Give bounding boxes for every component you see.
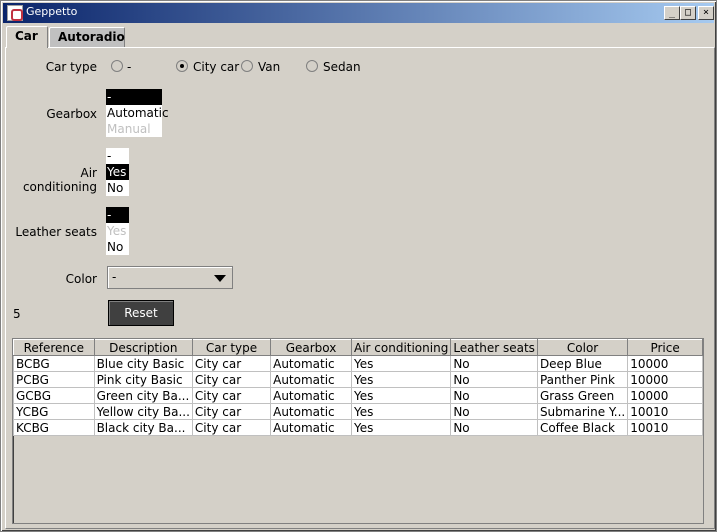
- table-cell: 10010: [627, 403, 703, 420]
- list-item[interactable]: -: [106, 148, 129, 164]
- color-select-value: -: [112, 270, 117, 284]
- table-cell: Green city Ba...: [93, 387, 193, 404]
- tab-autoradio[interactable]: Autoradio: [49, 27, 125, 47]
- table-cell: Automatic: [270, 355, 352, 372]
- table-row[interactable]: BCBG Blue city Basic City car Automatic Yes N…: [13, 355, 703, 372]
- table-cell: 10010: [627, 419, 703, 436]
- table-cell: Black city Ba...: [93, 419, 193, 436]
- color-label: Color: [65, 272, 97, 286]
- app-window: Geppetto _ □ × Car Autoradio Car type - …: [0, 0, 717, 532]
- table-cell: City car: [191, 419, 272, 436]
- tab-car[interactable]: Car: [6, 26, 48, 48]
- chevron-down-icon[interactable]: [214, 275, 226, 282]
- air-conditioning-list[interactable]: - Yes No: [106, 148, 129, 196]
- table-cell: Automatic: [270, 387, 352, 404]
- window-title: Geppetto: [26, 5, 78, 18]
- table-cell: 10000: [627, 355, 703, 372]
- table-cell: No: [450, 371, 538, 388]
- table-cell: No: [450, 403, 538, 420]
- list-item[interactable]: -: [106, 89, 162, 105]
- table-cell: YCBG: [13, 403, 95, 420]
- radio-car-type-none[interactable]: [111, 60, 123, 72]
- table-cell: Yellow city Ba...: [93, 403, 193, 420]
- column-header[interactable]: Leather seats: [450, 339, 538, 356]
- table-cell: City car: [191, 371, 272, 388]
- close-button[interactable]: ×: [698, 6, 714, 20]
- table-cell: City car: [191, 387, 272, 404]
- minimize-button[interactable]: _: [664, 6, 680, 20]
- list-item[interactable]: -: [106, 207, 129, 223]
- table-cell: Automatic: [270, 403, 352, 420]
- table-cell: Automatic: [270, 419, 352, 436]
- table-header-row: Reference Description Car type Gearbox Air c…: [13, 339, 703, 356]
- column-header[interactable]: Description: [93, 339, 193, 356]
- table-row[interactable]: YCBG Yellow city Ba... City car Automatic Ye…: [13, 403, 703, 420]
- column-header[interactable]: Car type: [191, 339, 272, 356]
- list-item[interactable]: Manual: [106, 121, 162, 137]
- leather-seats-list[interactable]: - Yes No: [106, 207, 129, 255]
- table-cell: Panther Pink: [536, 371, 629, 388]
- column-header[interactable]: Price: [627, 339, 703, 356]
- table-row[interactable]: GCBG Green city Ba... City car Automatic Yes…: [13, 387, 703, 404]
- title-bar[interactable]: Geppetto _ □ ×: [3, 3, 714, 23]
- gearbox-label: Gearbox: [46, 107, 97, 121]
- table-cell: No: [450, 387, 538, 404]
- table-cell: Pink city Basic: [93, 371, 193, 388]
- table-cell: No: [450, 419, 538, 436]
- leather-seats-label: Leather seats: [15, 225, 97, 239]
- radio-car-type-city-car[interactable]: [176, 60, 188, 72]
- color-select[interactable]: -: [107, 266, 233, 289]
- table-cell: City car: [191, 355, 272, 372]
- gearbox-list[interactable]: - Automatic Manual: [106, 89, 169, 137]
- radio-car-type-van[interactable]: [241, 60, 253, 72]
- column-header[interactable]: Air conditioning: [350, 339, 452, 356]
- table-cell: Yes: [350, 419, 452, 436]
- column-header[interactable]: Color: [536, 339, 629, 356]
- reset-button[interactable]: Reset: [108, 300, 174, 326]
- table-row[interactable]: KCBG Black city Ba... City car Automatic Yes…: [13, 419, 703, 436]
- maximize-button[interactable]: □: [680, 6, 696, 20]
- radio-car-type-city-car-label: City car: [193, 60, 240, 74]
- table-cell: Yes: [350, 403, 452, 420]
- table-cell: GCBG: [13, 387, 95, 404]
- air-conditioning-label: Air conditioning: [22, 166, 97, 194]
- table-cell: Yes: [350, 387, 452, 404]
- table-cell: 10000: [627, 371, 703, 388]
- table-cell: Deep Blue: [536, 355, 629, 372]
- table-cell: Submarine Y...: [536, 403, 629, 420]
- radio-car-type-sedan-label: Sedan: [323, 60, 361, 74]
- list-item[interactable]: No: [106, 239, 129, 255]
- table-cell: 10000: [627, 387, 703, 404]
- radio-car-type-none-label: -: [127, 60, 132, 74]
- table-cell: BCBG: [13, 355, 95, 372]
- radio-car-type-sedan[interactable]: [306, 60, 318, 72]
- list-item[interactable]: Yes: [106, 164, 129, 180]
- table-row[interactable]: PCBG Pink city Basic City car Automatic Yes N…: [13, 371, 703, 388]
- table-cell: Coffee Black: [536, 419, 629, 436]
- table-cell: KCBG: [13, 419, 95, 436]
- table-cell: No: [450, 355, 538, 372]
- table-body: BCBG Blue city Basic City car Automatic Yes N…: [13, 355, 703, 436]
- column-header[interactable]: Reference: [13, 339, 95, 356]
- list-item[interactable]: Yes: [106, 223, 129, 239]
- results-table-container[interactable]: Reference Description Car type Gearbox Air c…: [12, 338, 704, 524]
- table-cell: PCBG: [13, 371, 95, 388]
- table-cell: City car: [191, 403, 272, 420]
- list-item[interactable]: No: [106, 180, 129, 196]
- table-cell: Yes: [350, 371, 452, 388]
- app-icon: [7, 5, 23, 21]
- column-header[interactable]: Gearbox: [270, 339, 352, 356]
- table-cell: Yes: [350, 355, 452, 372]
- results-table: Reference Description Car type Gearbox Air c…: [13, 339, 703, 436]
- list-item[interactable]: Automatic: [106, 105, 169, 121]
- result-count: 5: [13, 307, 21, 321]
- table-cell: Blue city Basic: [93, 355, 193, 372]
- radio-car-type-van-label: Van: [258, 60, 281, 74]
- car-type-label: Car type: [45, 60, 97, 74]
- table-cell: Automatic: [270, 371, 352, 388]
- table-cell: Grass Green: [536, 387, 629, 404]
